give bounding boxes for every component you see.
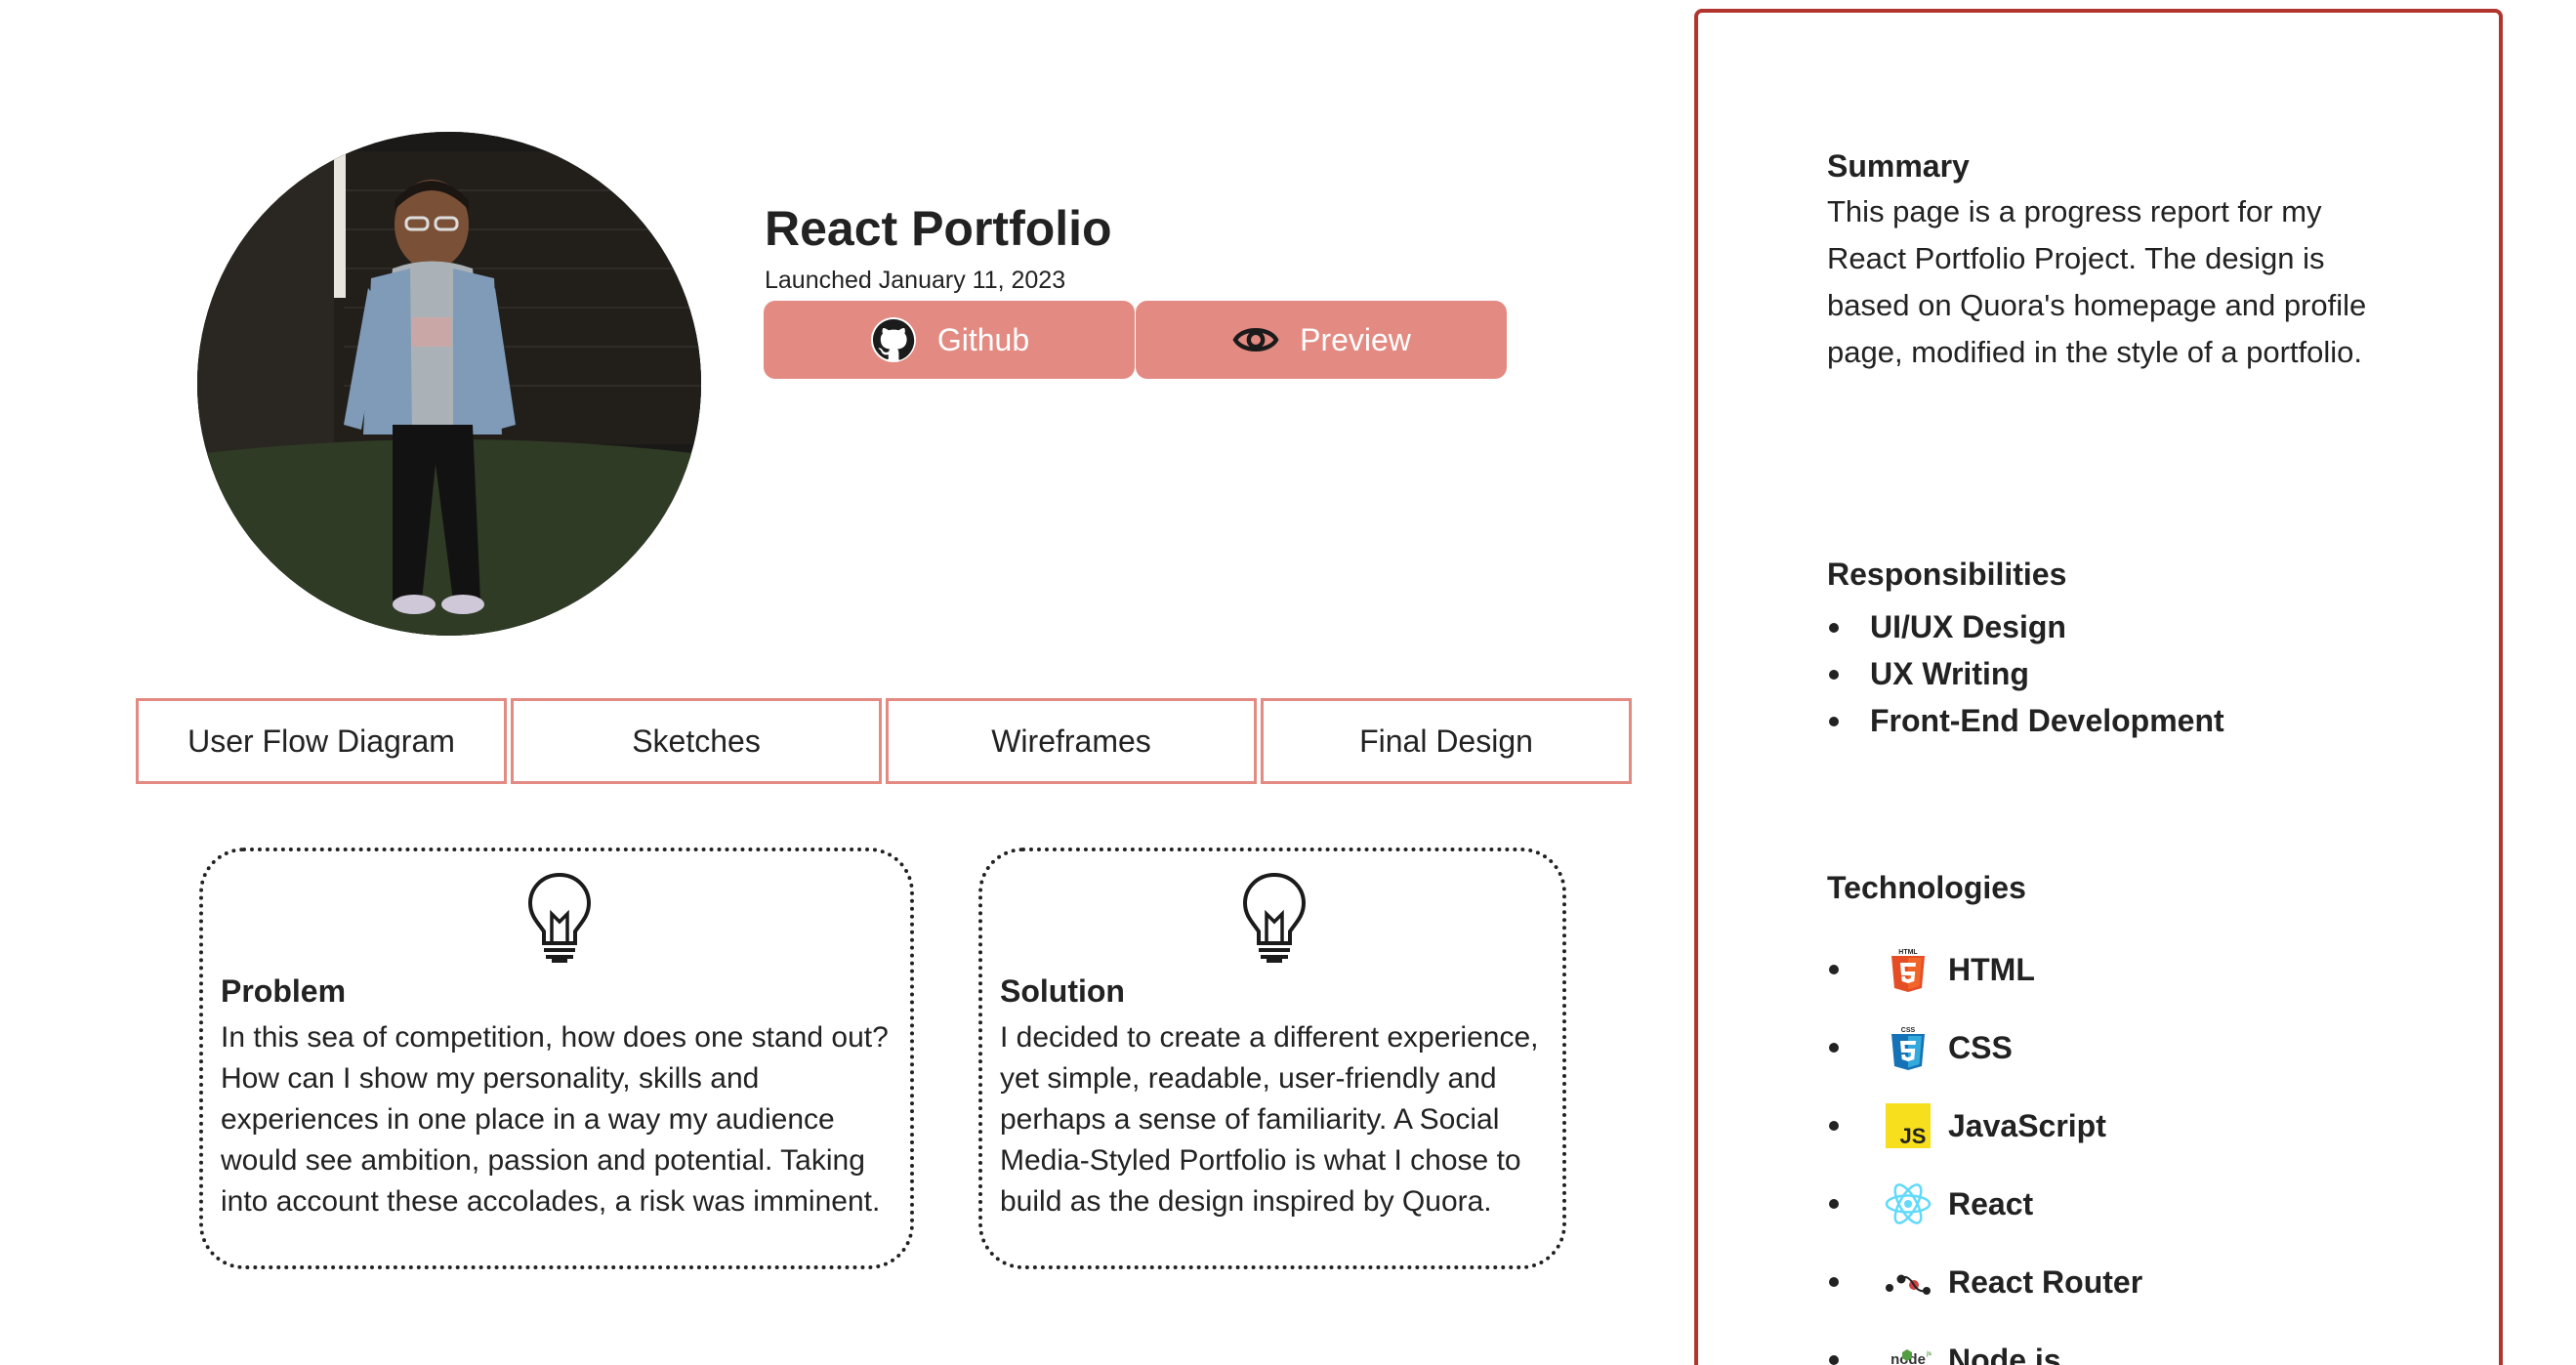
lightbulb-icon <box>1240 871 1309 967</box>
list-item: CSS CSS <box>1827 1009 2142 1087</box>
svg-text:JS: JS <box>1900 1124 1927 1148</box>
svg-text:js: js <box>1926 1351 1932 1357</box>
technology-label: React <box>1948 1185 2034 1221</box>
list-item: nodejs Node.js <box>1827 1321 2142 1365</box>
javascript-icon: JS <box>1884 1101 1932 1150</box>
technologies-heading: Technologies <box>1827 870 2026 905</box>
summary-heading: Summary <box>1827 148 1970 184</box>
github-button[interactable]: Github <box>764 301 1135 379</box>
responsibility-label: UI/UX Design <box>1870 609 2066 644</box>
eye-icon <box>1231 315 1280 364</box>
preview-button[interactable]: Preview <box>1136 301 1507 379</box>
github-icon <box>869 315 918 364</box>
responsibility-label: Front-End Development <box>1870 703 2224 738</box>
technology-label: React Router <box>1948 1263 2143 1300</box>
react-router-icon <box>1884 1258 1932 1306</box>
bullet <box>1829 717 1839 726</box>
problem-body: In this sea of competition, how does one… <box>221 1021 889 1218</box>
list-item: UX Writing <box>1827 650 2224 697</box>
responsibility-label: UX Writing <box>1870 656 2029 691</box>
technologies-list: HTML HTML CSS CSS JS JavaScript React Re… <box>1827 931 2142 1365</box>
profile-photo <box>197 132 701 636</box>
preview-button-label: Preview <box>1300 321 1411 357</box>
lightbulb-icon <box>525 871 594 967</box>
project-sidebar: Summary This page is a progress report f… <box>1694 9 2503 1365</box>
summary-text: This page is a progress report for my Re… <box>1827 194 2367 369</box>
bullet <box>1829 1043 1839 1053</box>
responsibilities-list: UI/UX Design UX Writing Front-End Develo… <box>1827 603 2224 744</box>
launch-date: Launched January 11, 2023 <box>765 267 1066 294</box>
list-item: JS JavaScript <box>1827 1087 2142 1165</box>
bullet <box>1829 1199 1839 1209</box>
project-title: React Portfolio <box>765 201 1112 256</box>
technology-label: HTML <box>1948 951 2035 987</box>
list-item: HTML HTML <box>1827 931 2142 1009</box>
technology-label: Node.js <box>1948 1342 2061 1365</box>
solution-body: I decided to create a different experien… <box>1000 1021 1539 1218</box>
list-item: React <box>1827 1165 2142 1243</box>
problem-card: Problem In this sea of competition, how … <box>199 848 914 1269</box>
section-tabs: User Flow Diagram Sketches Wireframes Fi… <box>136 698 1632 784</box>
tab-sketches[interactable]: Sketches <box>511 698 882 784</box>
tab-wireframes[interactable]: Wireframes <box>886 698 1257 784</box>
project-page: React Portfolio Launched January 11, 202… <box>0 0 2576 1365</box>
list-item: UI/UX Design <box>1827 603 2224 650</box>
bullet <box>1829 1277 1839 1287</box>
technology-label: JavaScript <box>1948 1107 2106 1143</box>
bullet <box>1829 670 1839 680</box>
bullet <box>1829 1355 1839 1365</box>
problem-title: Problem <box>221 973 347 1009</box>
tab-final-design[interactable]: Final Design <box>1261 698 1632 784</box>
github-button-label: Github <box>936 321 1030 357</box>
solution-title: Solution <box>1000 973 1125 1009</box>
list-item: Front-End Development <box>1827 697 2224 744</box>
bullet <box>1829 965 1839 974</box>
react-icon <box>1884 1179 1932 1228</box>
solution-card: Solution I decided to create a different… <box>978 848 1566 1269</box>
technology-label: CSS <box>1948 1029 2013 1065</box>
nodejs-icon: nodejs <box>1884 1336 1932 1365</box>
svg-text:CSS: CSS <box>1901 1027 1916 1034</box>
svg-text:HTML: HTML <box>1898 949 1918 956</box>
html5-icon: HTML <box>1884 945 1932 994</box>
bullet <box>1829 623 1839 633</box>
list-item: React Router <box>1827 1243 2142 1321</box>
bullet <box>1829 1121 1839 1131</box>
css3-icon: CSS <box>1884 1023 1932 1072</box>
responsibilities-heading: Responsibilities <box>1827 557 2067 592</box>
tab-user-flow-diagram[interactable]: User Flow Diagram <box>136 698 507 784</box>
